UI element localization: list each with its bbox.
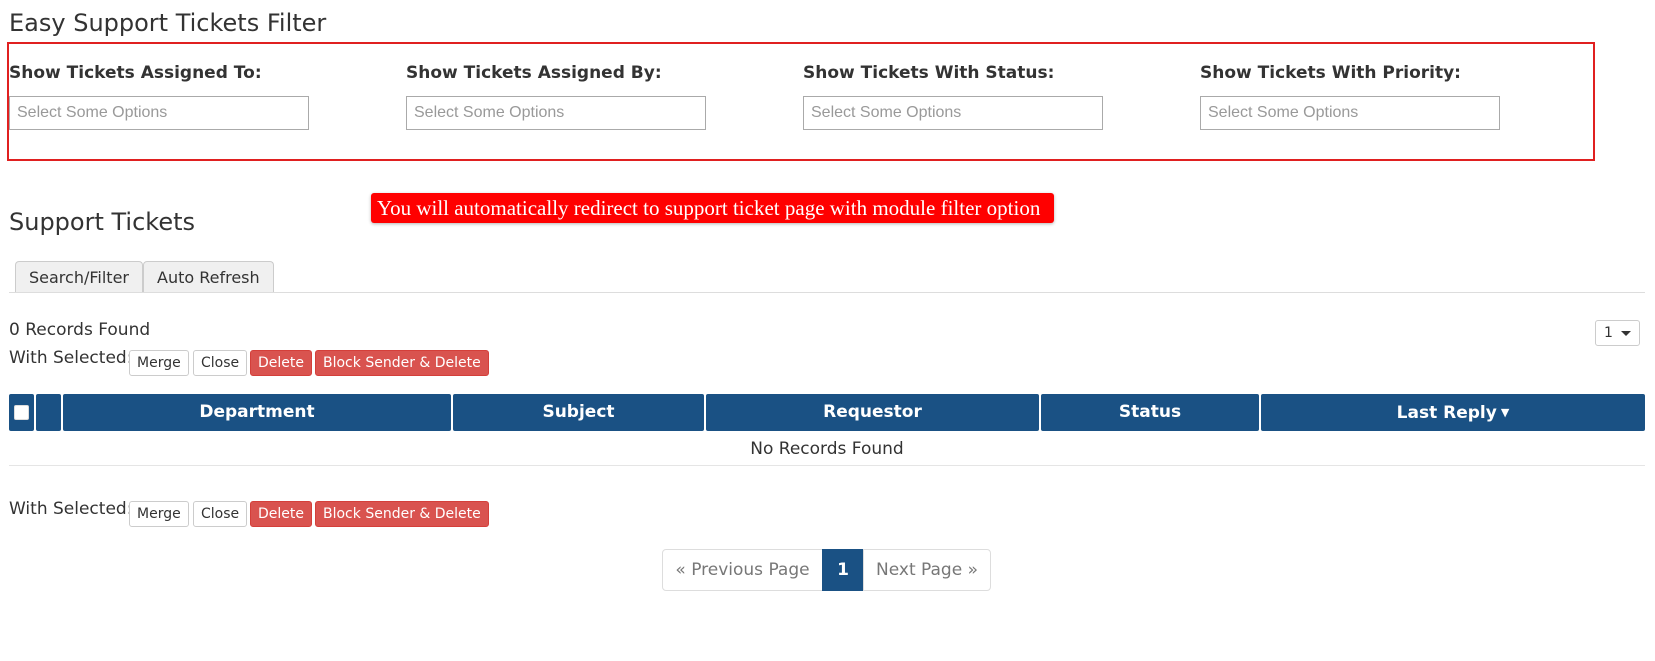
records-count: 0 Records Found xyxy=(9,320,151,340)
header-select-all xyxy=(9,394,34,431)
merge-button[interactable]: Merge xyxy=(129,501,189,527)
empty-table-message: No Records Found xyxy=(750,439,904,459)
assigned-by-select[interactable]: Select Some Options xyxy=(406,96,706,130)
sort-desc-icon: ▼ xyxy=(1500,406,1510,419)
filter-priority: Show Tickets With Priority: Select Some … xyxy=(1200,62,1620,130)
header-department[interactable]: Department xyxy=(63,394,451,431)
filter-assigned-by: Show Tickets Assigned By: Select Some Op… xyxy=(406,62,826,130)
filter-label-status: Show Tickets With Status: xyxy=(803,63,1055,83)
merge-button[interactable]: Merge xyxy=(129,350,189,376)
filter-label-assigned-to: Show Tickets Assigned To: xyxy=(9,63,262,83)
filter-assigned-to: Show Tickets Assigned To: Select Some Op… xyxy=(9,62,429,130)
block-sender-delete-button[interactable]: Block Sender & Delete xyxy=(315,501,489,527)
page-select[interactable]: 1 xyxy=(1595,320,1640,346)
select-all-checkbox[interactable] xyxy=(14,405,29,420)
with-selected-label: With Selected: xyxy=(9,499,133,519)
previous-page-button[interactable]: « Previous Page xyxy=(662,549,823,591)
header-requestor[interactable]: Requestor xyxy=(706,394,1039,431)
block-sender-delete-button[interactable]: Block Sender & Delete xyxy=(315,350,489,376)
close-button[interactable]: Close xyxy=(193,350,248,376)
delete-button[interactable]: Delete xyxy=(250,501,312,527)
current-page-button[interactable]: 1 xyxy=(822,549,864,591)
assigned-to-select[interactable]: Select Some Options xyxy=(9,96,309,130)
table-bottom-divider xyxy=(9,465,1645,466)
tab-auto-refresh[interactable]: Auto Refresh xyxy=(143,261,274,293)
next-page-button[interactable]: Next Page » xyxy=(863,549,991,591)
support-tickets-title: Support Tickets xyxy=(9,208,196,236)
filter-label-priority: Show Tickets With Priority: xyxy=(1200,63,1461,83)
filter-panel: Show Tickets Assigned To: Select Some Op… xyxy=(7,42,1595,161)
priority-select[interactable]: Select Some Options xyxy=(1200,96,1500,130)
redirect-notice: You will automatically redirect to suppo… xyxy=(371,193,1055,223)
filter-title: Easy Support Tickets Filter xyxy=(9,9,327,37)
close-button[interactable]: Close xyxy=(193,501,248,527)
tickets-table-header: Department Subject Requestor Status Last… xyxy=(9,394,1645,431)
filter-label-assigned-by: Show Tickets Assigned By: xyxy=(406,63,662,83)
status-select[interactable]: Select Some Options xyxy=(803,96,1103,130)
with-selected-label: With Selected: xyxy=(9,348,133,368)
header-flag-column xyxy=(36,394,61,431)
delete-button[interactable]: Delete xyxy=(250,350,312,376)
tab-search-filter[interactable]: Search/Filter xyxy=(15,261,143,293)
filter-status: Show Tickets With Status: Select Some Op… xyxy=(803,62,1223,130)
header-last-reply-label: Last Reply xyxy=(1396,403,1497,423)
caret-down-icon xyxy=(1621,331,1631,336)
tabs-divider xyxy=(9,292,1645,293)
header-last-reply[interactable]: Last Reply ▼ xyxy=(1261,394,1645,431)
header-subject[interactable]: Subject xyxy=(453,394,704,431)
page-select-value: 1 xyxy=(1604,325,1613,341)
header-status[interactable]: Status xyxy=(1041,394,1259,431)
